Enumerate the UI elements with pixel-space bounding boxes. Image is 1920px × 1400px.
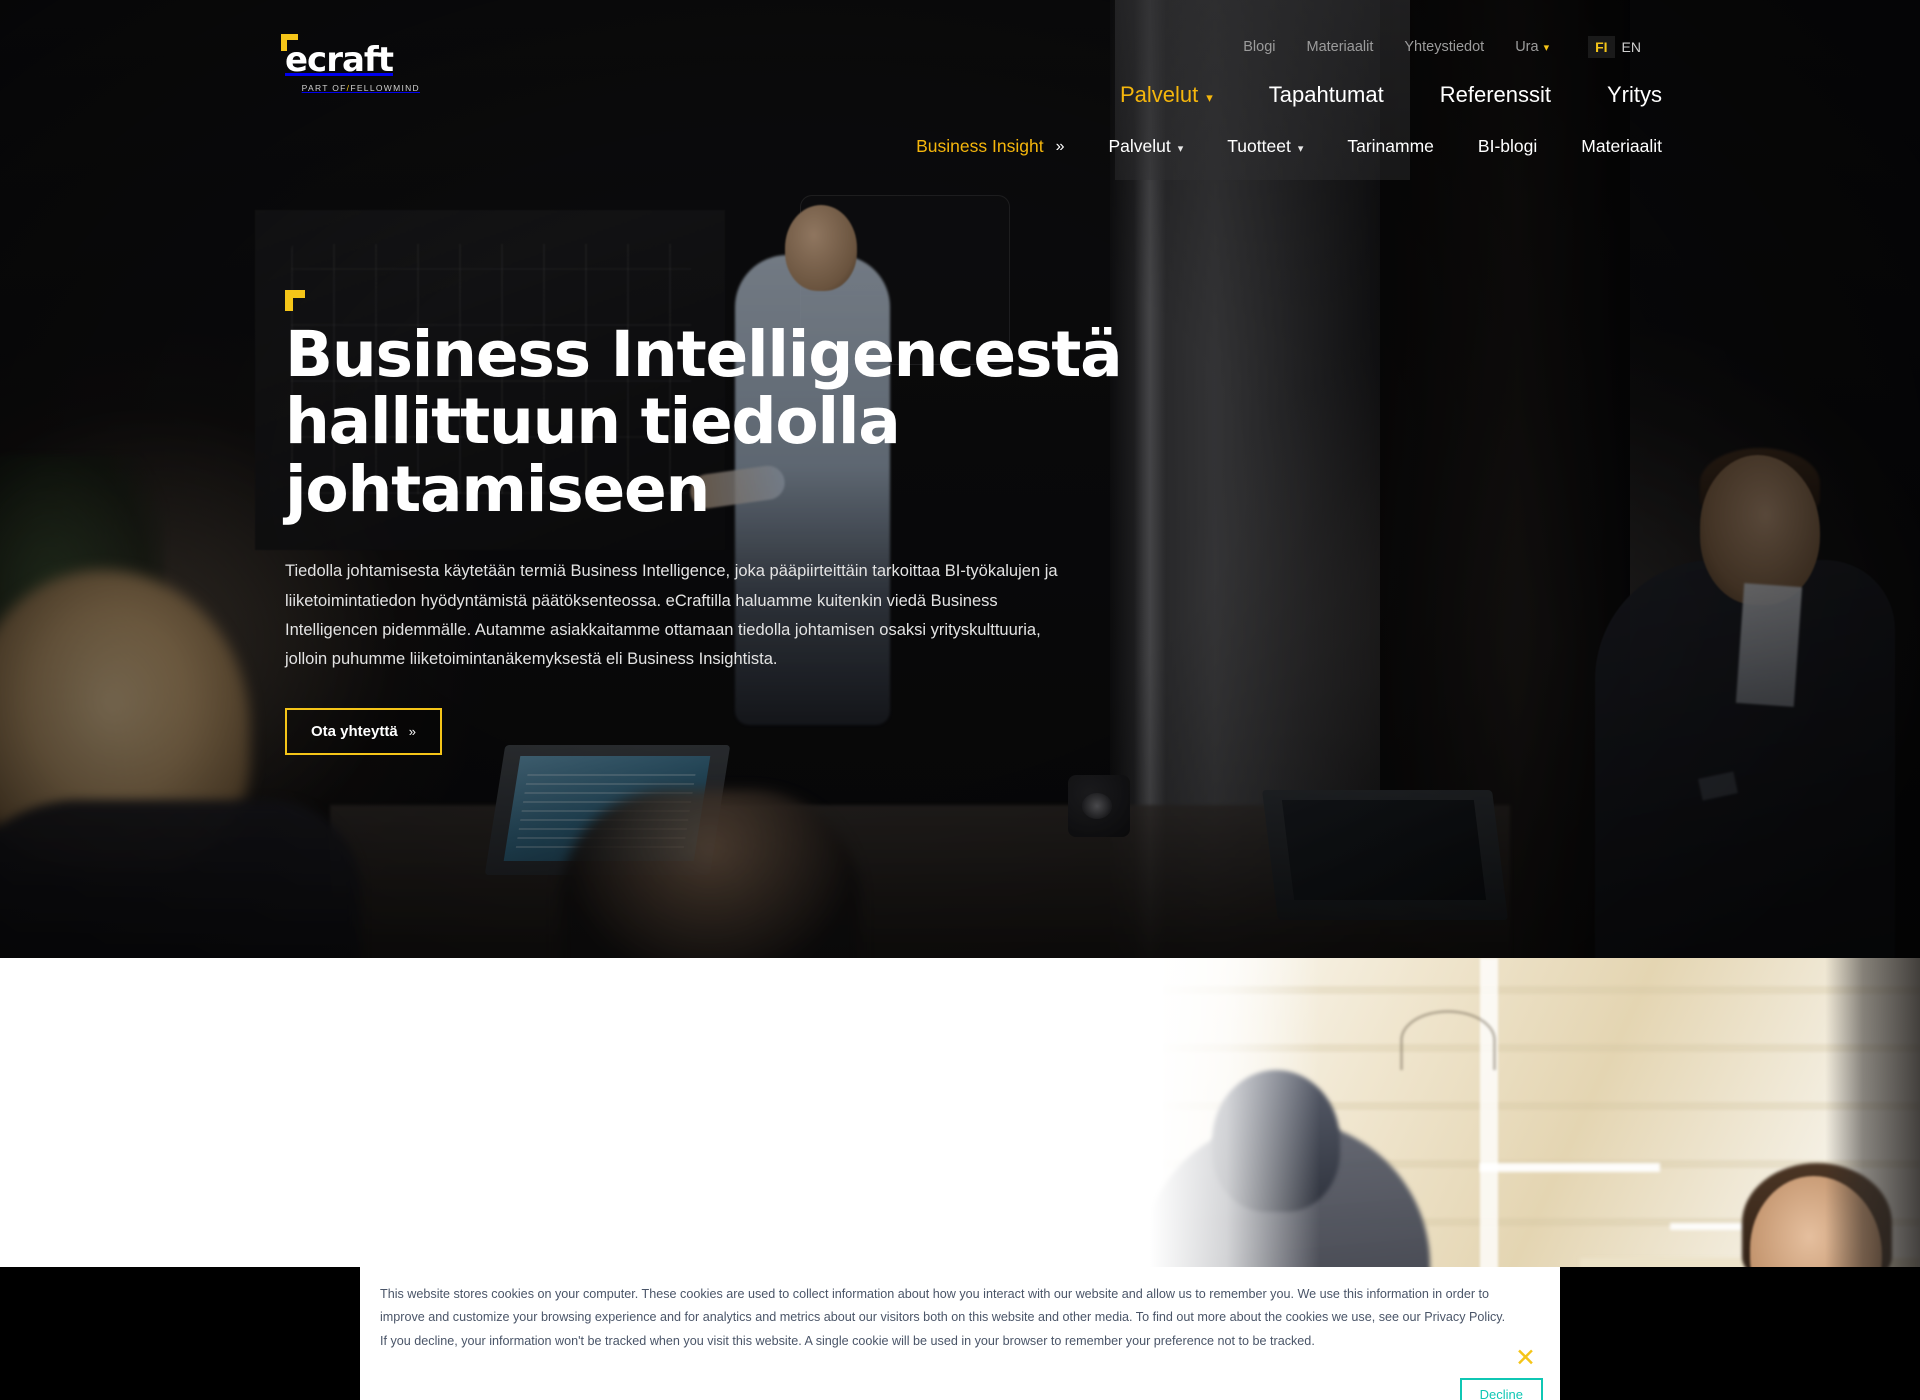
- subnav-item-materiaalit[interactable]: Materiaalit: [1581, 136, 1662, 157]
- mainnav-item-palvelut-label: Palvelut: [1119, 82, 1199, 107]
- language-switcher: FI EN: [1588, 36, 1648, 58]
- subnav-item-palvelut-label: Palvelut: [1108, 136, 1171, 156]
- hero-paragraph: Tiedolla johtamisesta käytetään termiä B…: [285, 562, 1058, 669]
- chevron-down-icon: ▾: [1543, 42, 1550, 54]
- subnav-item-tuotteet-label: Tuotteet: [1227, 136, 1291, 156]
- hero-content: Business Intelligencestä hallittuun tied…: [285, 290, 1165, 755]
- subnav-brand-business-insight[interactable]: Business Insight: [916, 136, 1043, 157]
- logo-corner-icon: [281, 34, 298, 51]
- sub-nav: Business Insight » Palvelut ▾ Tuotteet ▾ T…: [916, 136, 1662, 157]
- site-logo[interactable]: ecraft PART OF/FELLOWMIND: [281, 34, 420, 93]
- double-chevron-icon: »: [1055, 137, 1065, 155]
- mainnav-item-referenssit[interactable]: Referenssit: [1440, 82, 1551, 108]
- top-utility-nav: Blogi Materiaalit Yhteystiedot Ura ▾ FI E…: [1243, 36, 1648, 58]
- page-root: ecraft PART OF/FELLOWMIND Blogi Materiaa…: [0, 0, 1920, 1400]
- subnav-item-tuotteet[interactable]: Tuotteet ▾: [1227, 136, 1303, 157]
- mainnav-item-tapahtumat[interactable]: Tapahtumat: [1269, 82, 1384, 108]
- cookie-paragraph-1: This website stores cookies on your comp…: [380, 1287, 1490, 1301]
- cookie-paragraph-2: improve and customize your browsing expe…: [380, 1310, 1506, 1325]
- corner-accent-icon: [285, 290, 305, 311]
- chevron-down-icon: ▾: [1297, 143, 1304, 155]
- topnav-item-yhteystiedot[interactable]: Yhteystiedot: [1404, 39, 1484, 55]
- subnav-item-bi-blogi[interactable]: BI-blogi: [1478, 136, 1537, 157]
- subnav-brand-label: Business Insight: [916, 136, 1044, 156]
- topnav-item-ura-label: Ura: [1515, 39, 1539, 55]
- subnav-item-tarinamme[interactable]: Tarinamme: [1347, 136, 1434, 157]
- topnav-item-materiaalit[interactable]: Materiaalit: [1306, 39, 1373, 55]
- cookie-consent-banner: This website stores cookies on your comp…: [360, 1267, 1560, 1400]
- main-nav: Palvelut ▾ Tapahtumat Referenssit Yritys: [1120, 82, 1662, 108]
- mainnav-item-palvelut[interactable]: Palvelut ▾: [1120, 82, 1213, 108]
- subnav-item-palvelut[interactable]: Palvelut ▾: [1108, 136, 1183, 157]
- contact-cta-label: Ota yhteyttä: [311, 722, 398, 740]
- logo-wordmark: ecraft: [285, 40, 394, 80]
- hero-title: Business Intelligencestä hallittuun tied…: [285, 318, 1123, 526]
- language-option-fi[interactable]: FI: [1588, 36, 1615, 58]
- double-chevron-icon: »: [408, 723, 416, 739]
- language-option-en[interactable]: EN: [1615, 36, 1648, 58]
- topnav-item-ura[interactable]: Ura ▾: [1515, 39, 1549, 55]
- chevron-down-icon: ▾: [1177, 143, 1184, 155]
- topnav-item-blogi[interactable]: Blogi: [1243, 39, 1275, 55]
- logo-tagline-suffix: FELLOWMIND: [350, 83, 420, 93]
- chevron-down-icon: ▾: [1206, 90, 1213, 105]
- contact-cta-button[interactable]: Ota yhteyttä »: [285, 707, 442, 755]
- hero-section: ecraft PART OF/FELLOWMIND Blogi Materiaa…: [0, 0, 1920, 958]
- decline-cookies-button[interactable]: Decline: [1459, 1378, 1543, 1400]
- logo-tagline: PART OF/FELLOWMIND: [285, 83, 420, 93]
- cookie-banner-text: This website stores cookies on your comp…: [380, 1283, 1515, 1353]
- mainnav-item-yritys[interactable]: Yritys: [1607, 82, 1662, 108]
- logo-tagline-prefix: PART OF: [301, 83, 347, 93]
- close-icon[interactable]: ✕: [1515, 1346, 1536, 1371]
- cookie-paragraph-3: If you decline, your information won't b…: [380, 1333, 1315, 1348]
